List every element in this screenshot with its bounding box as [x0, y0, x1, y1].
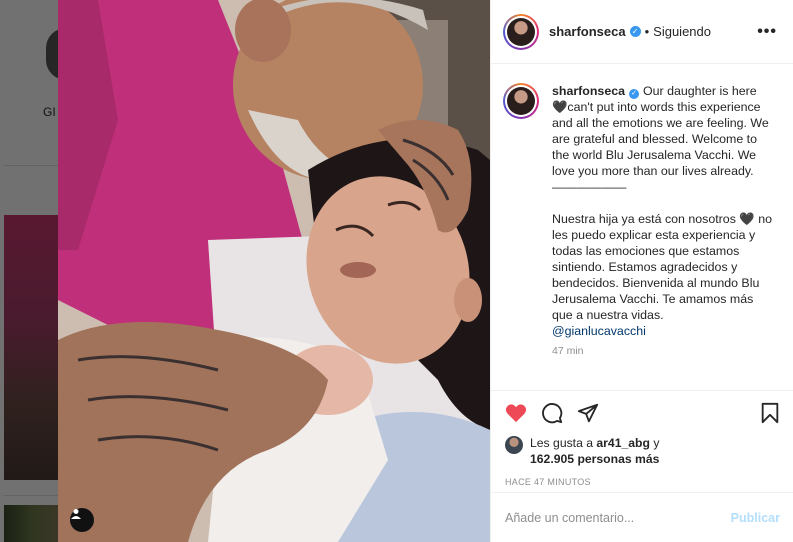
liker-avatar[interactable] [505, 436, 523, 454]
save-button[interactable] [760, 402, 780, 424]
bookmark-icon [761, 402, 779, 424]
caption-english: Our daughter is here 🖤can't put into wor… [552, 84, 773, 178]
liker-username[interactable]: ar41_abg [596, 436, 650, 450]
heart-icon [505, 404, 527, 423]
user-tag-icon [71, 509, 81, 519]
post-header: sharfonseca ✓ • Siguiendo ••• [491, 0, 793, 64]
like-button[interactable] [505, 403, 527, 423]
likes-count[interactable]: 162.905 personas más [530, 452, 659, 466]
comment-input[interactable] [505, 510, 731, 525]
caption-timestamp: 47 min [552, 345, 584, 357]
header-separator: • [644, 24, 650, 39]
verified-icon: ✓ [629, 26, 641, 37]
likes-conjunction: y [649, 436, 660, 450]
comment-icon [542, 403, 563, 424]
caption-username[interactable]: sharfonseca [552, 84, 625, 98]
author-avatar[interactable] [503, 13, 539, 50]
caption-text: sharfonseca ✓ Our daughter is here 🖤can't … [552, 83, 772, 339]
post-photo[interactable] [58, 0, 490, 542]
comment-button[interactable] [541, 402, 563, 424]
comment-form: Publicar [491, 492, 793, 542]
post-photo-illustration [58, 0, 490, 542]
post-modal: sharfonseca ✓ • Siguiendo ••• sharfonsec… [58, 0, 793, 542]
post-sidebar: sharfonseca ✓ • Siguiendo ••• sharfonsec… [490, 0, 793, 542]
share-icon [577, 403, 599, 423]
caption-divider: —————— [552, 180, 627, 194]
publish-comment-button[interactable]: Publicar [731, 511, 780, 525]
likes-summary: Les gusta a ar41_abg y 162.905 personas m… [505, 435, 780, 467]
caption-spanish: Nuestra hija ya está con nosotros 🖤 no l… [552, 212, 776, 322]
following-button[interactable]: Siguiendo [653, 24, 711, 39]
likes-prefix: Les gusta a [530, 436, 597, 450]
verified-icon: ✓ [629, 89, 640, 99]
more-options-icon[interactable]: ••• [757, 23, 781, 41]
post-timestamp[interactable]: HACE 47 MINUTOS [505, 477, 780, 487]
mention-link[interactable]: @gianlucavacchi [552, 324, 646, 338]
caption-author-avatar[interactable] [503, 83, 539, 119]
share-button[interactable] [577, 402, 599, 424]
author-username[interactable]: sharfonseca [549, 24, 626, 39]
post-actions: Les gusta a ar41_abg y 162.905 personas m… [491, 390, 793, 487]
caption-section: sharfonseca ✓ Our daughter is here 🖤can't … [491, 65, 793, 390]
user-tag-button[interactable] [70, 508, 94, 532]
